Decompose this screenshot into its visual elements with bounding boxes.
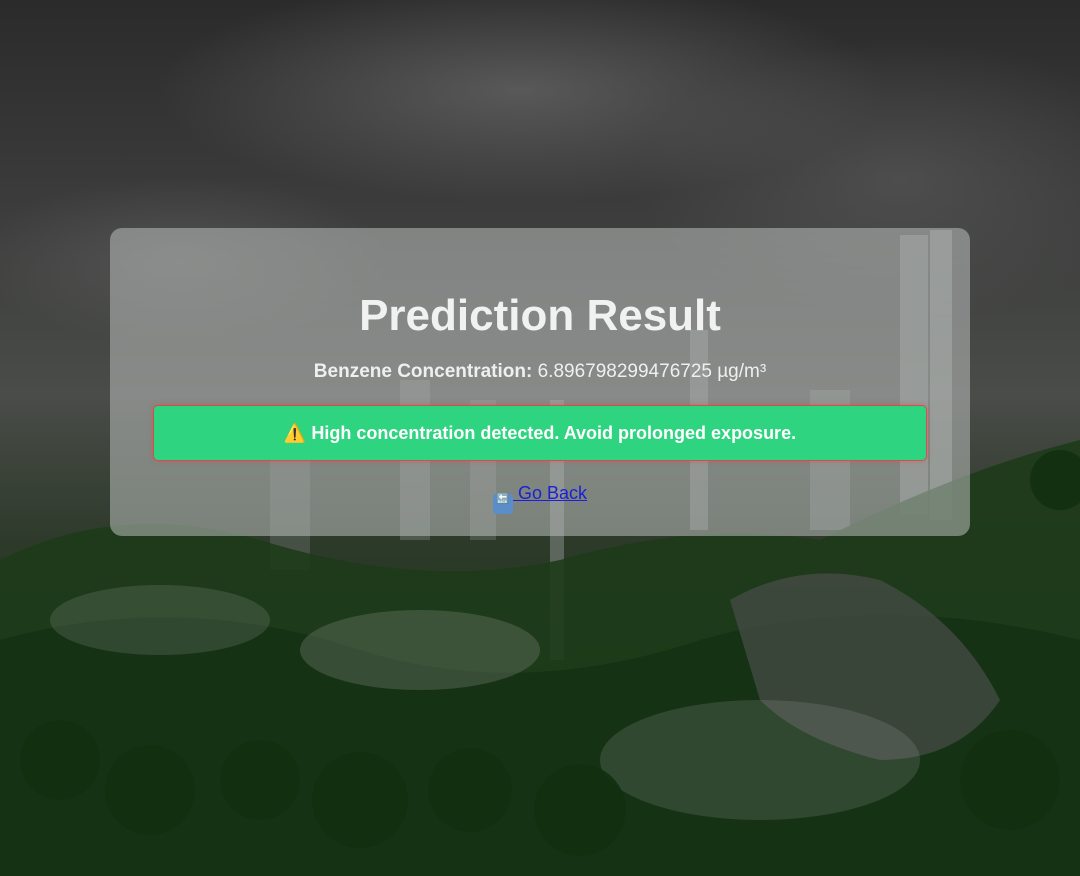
back-arrow-icon: 🔙 xyxy=(492,494,513,514)
warning-icon: ⚠️ xyxy=(283,423,307,443)
concentration-label: Benzene Concentration: xyxy=(313,361,533,382)
concentration-line: Benzene Concentration: 6.896798299476725… xyxy=(0,360,1080,384)
go-back-link[interactable]: 🔙 Go Back xyxy=(492,483,588,514)
page-title: Prediction Result xyxy=(359,291,721,340)
warning-message: High concentration detected. Avoid prolo… xyxy=(311,423,797,443)
warning-alert: ⚠️ High concentration detected. Avoid pr… xyxy=(154,406,926,460)
go-back-label: Go Back xyxy=(512,483,588,503)
back-container: 🔙 Go Back xyxy=(0,481,1080,514)
concentration-value: 6.896798299476725 µg/m³ xyxy=(537,361,767,382)
